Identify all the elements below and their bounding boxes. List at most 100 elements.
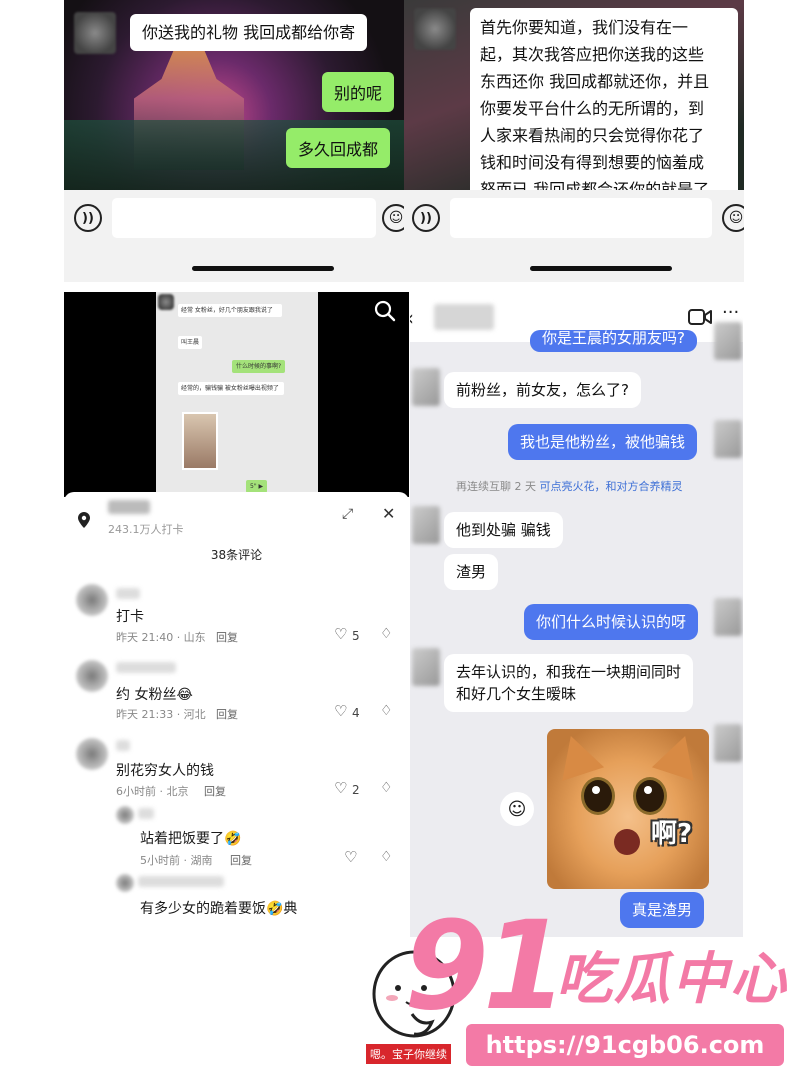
chat-bubble-received-long: 首先你要知道，我们没有在一 起，其次我答应把你送我的这些 东西还你 我回成都就还… bbox=[470, 8, 738, 209]
avatar[interactable] bbox=[76, 660, 108, 692]
message-input[interactable] bbox=[450, 198, 712, 238]
chat-bubble-sent: 真是渣男 bbox=[620, 892, 705, 928]
mini-message: 经常的，骗钱骗 被女粉丝曝出视频了 bbox=[178, 382, 284, 395]
my-avatar bbox=[714, 322, 742, 360]
system-hint: 再连续互聊 2 天 可点亮火花，和对方合养精灵 bbox=[456, 478, 683, 494]
message-input[interactable] bbox=[112, 198, 376, 238]
watermark-url[interactable]: https://91cgb06.com bbox=[466, 1024, 784, 1066]
emoji-icon[interactable]: ☺ bbox=[382, 204, 404, 232]
contact-avatar bbox=[412, 648, 440, 686]
voice-icon[interactable]: )) bbox=[412, 204, 440, 232]
close-icon[interactable]: ✕ bbox=[382, 504, 395, 523]
like-count: 2 bbox=[352, 783, 360, 797]
video-chat-screenshot: 经常 女粉丝，好几个朋友跟我说了 叫王晨 什么时候的事啊? 经常的，骗钱骗 被女… bbox=[156, 292, 318, 497]
avatar[interactable] bbox=[76, 738, 108, 770]
contact-avatar bbox=[414, 8, 456, 50]
like-count: 4 bbox=[352, 706, 360, 720]
username-blurred[interactable] bbox=[138, 876, 224, 887]
back-icon[interactable]: ‹ bbox=[410, 306, 414, 330]
system-hint-link[interactable]: 可点亮火花，和对方合养精灵 bbox=[540, 480, 683, 493]
comments-sheet: 243.1万人打卡 ⤢ ✕ 38条评论 打卡 昨天 21:40 · 山东 回复 … bbox=[64, 492, 409, 937]
cat-eye bbox=[581, 777, 615, 815]
message-line: 东西还你 我回成都就还你，并且 bbox=[480, 72, 710, 91]
comment-text: 别花穷女人的钱 bbox=[116, 763, 214, 779]
contact-avatar bbox=[412, 506, 440, 544]
douyin-comments-screenshot: 经常 女粉丝，好几个朋友跟我说了 叫王晨 什么时候的事啊? 经常的，骗钱骗 被女… bbox=[64, 292, 409, 937]
username-blurred[interactable] bbox=[116, 588, 140, 599]
heart-icon[interactable]: ♡ bbox=[344, 848, 357, 866]
voice-icon[interactable]: )) bbox=[74, 204, 102, 232]
username-blurred[interactable] bbox=[138, 808, 154, 819]
system-hint-prefix: 再连续互聊 2 天 bbox=[456, 480, 536, 493]
dislike-icon[interactable]: ♢ bbox=[380, 849, 393, 865]
my-avatar bbox=[714, 420, 742, 458]
video-player[interactable]: 经常 女粉丝，好几个朋友跟我说了 叫王晨 什么时候的事啊? 经常的，骗钱骗 被女… bbox=[64, 292, 409, 497]
chat-bubble-received-multiline: 去年认识的，和我在一块期间同时 和好几个女生暧昧 bbox=[444, 654, 694, 712]
avatar[interactable] bbox=[116, 806, 134, 824]
mini-message-sent: 什么时候的事啊? bbox=[232, 360, 286, 373]
cat-ear bbox=[549, 729, 605, 781]
cat-mouth bbox=[614, 829, 640, 855]
avatar[interactable] bbox=[116, 874, 134, 892]
heart-icon[interactable]: ♡ bbox=[334, 702, 347, 720]
expand-icon[interactable]: ⤢ bbox=[342, 506, 353, 522]
reply-button[interactable]: 回复 bbox=[216, 629, 238, 645]
reply-button[interactable]: 回复 bbox=[230, 852, 252, 868]
chat-bubble-received: 他到处骗 骗钱 bbox=[444, 512, 563, 548]
message-line: 起，其次我答应把你送我的这些 bbox=[480, 45, 705, 64]
message-line: 和好几个女生暧昧 bbox=[456, 685, 577, 703]
heart-icon[interactable]: ♡ bbox=[334, 625, 347, 643]
mascot-caption: 嗯。宝子你继续 bbox=[366, 1044, 451, 1064]
comment-meta: 昨天 21:40 · 山东 bbox=[116, 631, 206, 644]
location-name-blurred bbox=[108, 500, 150, 514]
my-avatar bbox=[714, 724, 742, 762]
sticker-caption: 啊? bbox=[651, 819, 693, 849]
emoji-icon[interactable]: ☺ bbox=[722, 204, 744, 232]
comment-meta: 6小时前 · 北京 bbox=[116, 785, 189, 798]
home-indicator bbox=[192, 266, 334, 271]
watermark-number: 91 bbox=[404, 895, 568, 1037]
dislike-icon[interactable]: ♢ bbox=[380, 626, 393, 642]
message-line: 你要发平台什么的无所谓的，到 bbox=[480, 99, 705, 118]
more-icon[interactable]: ··· bbox=[722, 302, 739, 323]
reply-button[interactable]: 回复 bbox=[204, 783, 226, 799]
reply-text: 站着把饭要了🤣 bbox=[140, 831, 242, 847]
my-avatar bbox=[714, 598, 742, 636]
message-line: 人家来看热闹的只会觉得你花了 bbox=[480, 126, 705, 145]
chat-bubble-received: 渣男 bbox=[444, 554, 499, 590]
like-count: 5 bbox=[352, 629, 360, 643]
heart-icon[interactable]: ♡ bbox=[334, 779, 347, 797]
add-sticker-icon[interactable]: ☺ bbox=[500, 792, 534, 826]
cat-ear bbox=[651, 729, 707, 781]
douyin-dm-screenshot: ‹ ··· 你是王晨的女朋友吗? 前粉丝，前女友，怎么了? 我也是他粉丝，被他骗… bbox=[410, 292, 743, 937]
contact-name-blurred bbox=[434, 304, 494, 330]
avatar[interactable] bbox=[76, 584, 108, 616]
chat-bubble-sent: 你们什么时候认识的呀 bbox=[524, 604, 699, 640]
reply-button[interactable]: 回复 bbox=[216, 706, 238, 722]
watermark-title: 吃瓜中心 bbox=[556, 947, 788, 1012]
username-blurred[interactable] bbox=[116, 740, 130, 751]
chat-bubble-sent: 多久回成都 bbox=[286, 128, 391, 168]
username-blurred[interactable] bbox=[116, 662, 176, 673]
video-call-icon[interactable] bbox=[688, 308, 712, 326]
dislike-icon[interactable]: ♢ bbox=[380, 780, 393, 796]
comment-text: 打卡 bbox=[116, 609, 144, 625]
search-icon[interactable] bbox=[374, 300, 396, 322]
cat-meme-sticker: 啊? bbox=[547, 729, 709, 889]
chat-bubble-received: 前粉丝，前女友，怎么了? bbox=[444, 372, 641, 408]
chat-bubble-received: 你送我的礼物 我回成都给你寄 bbox=[130, 14, 368, 51]
chat-bubble-sent-partial: 你是王晨的女朋友吗? bbox=[530, 330, 697, 352]
message-line: 首先你要知道，我们没有在一 bbox=[480, 18, 689, 37]
chat-bubble-sent: 我也是他粉丝，被他骗钱 bbox=[508, 424, 698, 460]
cat-eye bbox=[633, 777, 667, 815]
wechat-chat-screenshot-right: 首先你要知道，我们没有在一 起，其次我答应把你送我的这些 东西还你 我回成都就还… bbox=[404, 0, 744, 282]
mini-photo bbox=[182, 412, 218, 470]
dislike-icon[interactable]: ♢ bbox=[380, 703, 393, 719]
reply-text: 有多少女的跪着要饭🤣典 bbox=[140, 901, 298, 917]
chat-bubble-sent: 别的呢 bbox=[322, 72, 395, 112]
contact-avatar bbox=[74, 12, 116, 54]
message-line: 去年认识的，和我在一块期间同时 bbox=[456, 663, 682, 681]
comment-meta: 昨天 21:33 · 河北 bbox=[116, 708, 206, 721]
message-line: 钱和时间没有得到想要的恼羞成 bbox=[480, 153, 705, 172]
comment-count: 38条评论 bbox=[210, 548, 263, 562]
